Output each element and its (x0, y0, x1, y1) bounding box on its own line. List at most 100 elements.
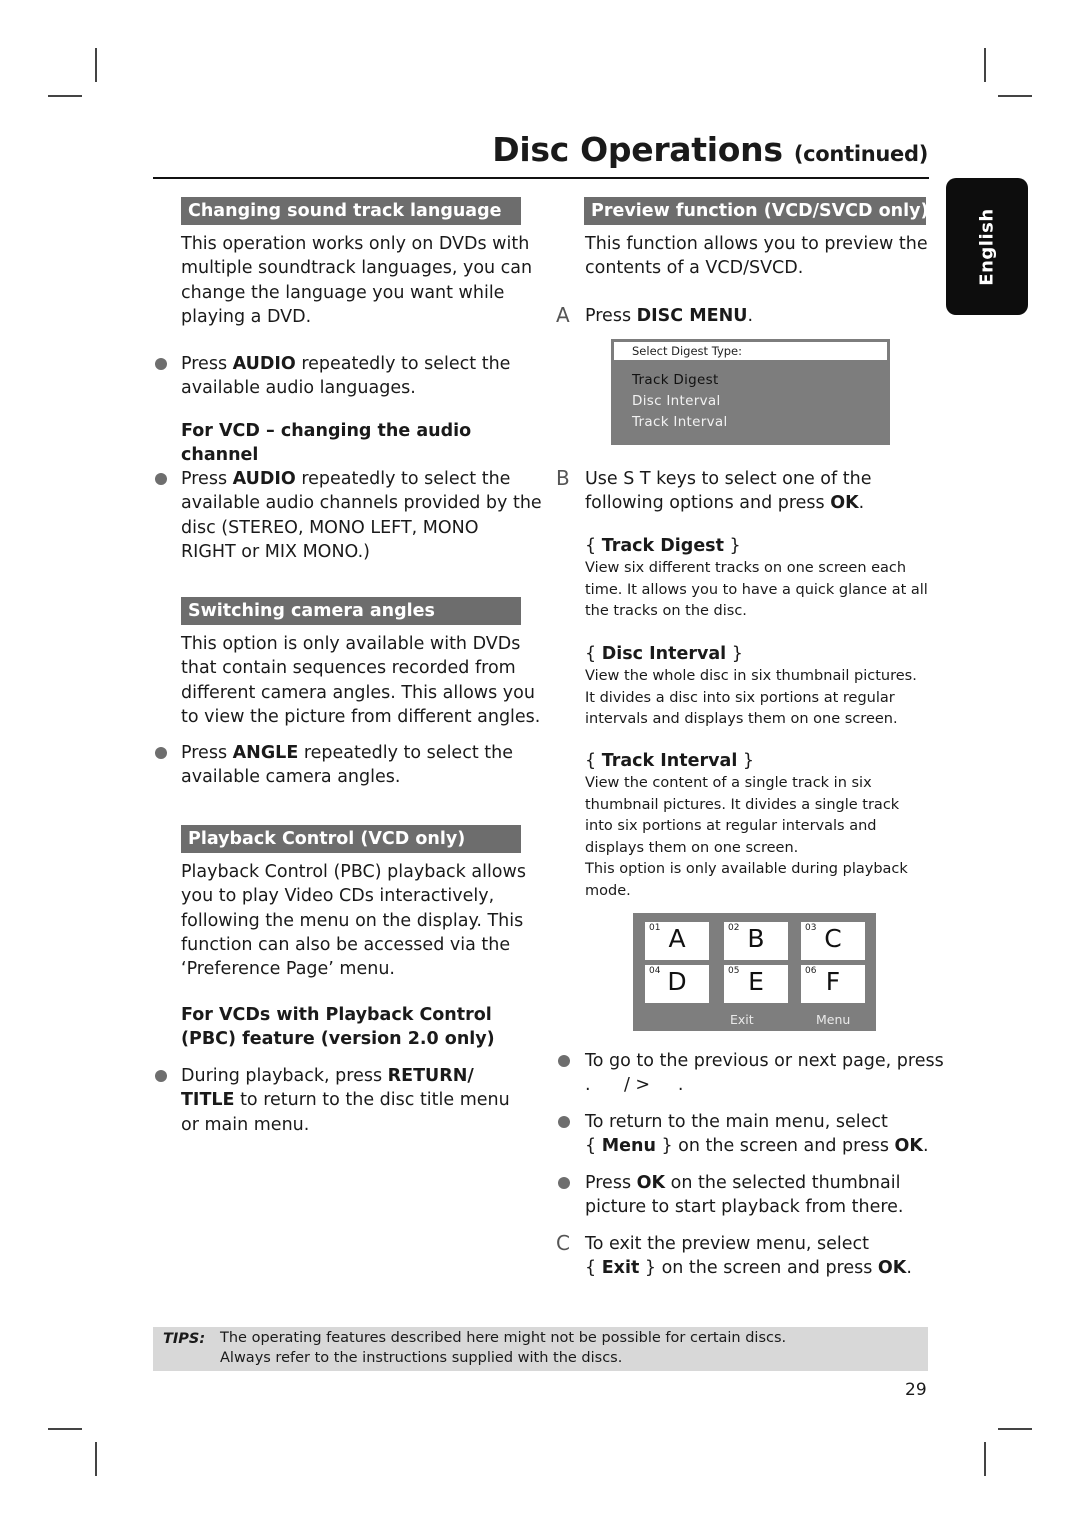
text: { (585, 1258, 602, 1279)
text: on the selected thumbnail (665, 1173, 901, 1193)
section-header-pbc: Playback Control (VCD only) (181, 825, 521, 853)
key-name: ANGLE (232, 743, 299, 763)
text: } on the screen and press (655, 1136, 895, 1157)
select-digest-menu: Select Digest Type: Track Digest Disc In… (611, 339, 890, 445)
thumbnail[interactable]: 01 A (645, 922, 709, 960)
page-title-text: Disc Operations (492, 130, 783, 169)
text: following options and press (585, 493, 831, 514)
bullet-icon (558, 1055, 570, 1067)
title-divider (153, 177, 929, 179)
step-c-text: To exit the preview menu, select { Exit … (585, 1232, 912, 1281)
crop-mark (998, 95, 1032, 97)
bullet-icon (558, 1116, 570, 1128)
text: repeatedly to select the (298, 743, 513, 763)
crop-mark (48, 95, 82, 97)
text: repeatedly to select the (295, 354, 511, 374)
language-tab-label: English (976, 207, 998, 286)
option-name: Track Digest (601, 536, 724, 556)
section-header-camera: Switching camera angles (181, 597, 521, 625)
thumbnail[interactable]: 02 B (724, 922, 788, 960)
bullet-icon (155, 473, 167, 485)
tips-box: TIPS: The operating features described h… (153, 1327, 928, 1371)
page-number: 29 (905, 1380, 927, 1400)
option-desc-track-interval: View the content of a single track in si… (585, 773, 908, 903)
thumbnail[interactable]: 03 C (801, 922, 865, 960)
text: . (858, 493, 865, 514)
text-line: function can also be accessed via the (181, 934, 511, 955)
audio-bullet: Press AUDIO repeatedly to select the ava… (181, 352, 510, 401)
text-line: For VCD – changing the audio (181, 421, 472, 441)
text-line: disc (STEREO, MONO LEFT, MONO (181, 517, 479, 538)
text-line: RIGHT or MIX MONO.) (181, 541, 370, 562)
text-line: (PBC) feature (version 2.0 only) (181, 1029, 495, 1050)
text-line: mode. (585, 882, 631, 899)
step-a-text: Press DISC MENU. (585, 304, 753, 328)
text: to return to the disc title menu (234, 1090, 510, 1111)
vcd-audio-bullet: Press AUDIO repeatedly to select the ava… (181, 467, 542, 564)
menu-item-disc-interval[interactable]: Disc Interval (632, 393, 721, 409)
tips-line: Always refer to the instructions supplie… (220, 1350, 623, 1366)
text-line: you to play Video CDs interactively, (181, 886, 495, 907)
text-line: change the language you want while (181, 282, 505, 303)
menu-item-track-interval[interactable]: Track Interval (632, 414, 728, 430)
menu-item-track-digest[interactable]: Track Digest (632, 372, 719, 388)
page-title-suffix: (continued) (793, 142, 928, 166)
text-line: that contain sequences recorded from (181, 658, 516, 679)
bullet-icon (558, 1177, 570, 1189)
text-line: To return to the main menu, select (585, 1112, 888, 1132)
text-line: To exit the preview menu, select (585, 1234, 870, 1254)
section-header-preview: Preview function (VCD/SVCD only) (584, 197, 926, 225)
page-nav-bullet: To go to the previous or next page, pres… (585, 1049, 944, 1098)
menu-heading: Select Digest Type: (614, 342, 887, 360)
key-name: OK (877, 1258, 907, 1279)
text: During playback, press (181, 1066, 388, 1086)
key-name: OK (830, 493, 859, 514)
text: Press (181, 469, 233, 489)
option-title-disc-interval: { Disc Interval } (585, 644, 743, 664)
text: Press (585, 1173, 637, 1193)
text-line: View the content of a single track in si… (585, 775, 872, 791)
key-name: OK (636, 1173, 666, 1193)
thumbnail-letter: F (825, 967, 841, 996)
text-line: available audio channels provided by the (181, 493, 542, 514)
crop-mark (95, 48, 97, 82)
pbc-subheading: For VCDs with Playback Control (PBC) fea… (181, 1003, 495, 1052)
text: } on the screen and press (639, 1258, 878, 1279)
angle-bullet: Press ANGLE repeatedly to select the ava… (181, 741, 513, 790)
text-line: available camera angles. (181, 767, 401, 788)
text: . (922, 1136, 929, 1157)
menu-button[interactable]: Menu (816, 1012, 850, 1027)
key-name: RETURN/ (387, 1066, 474, 1086)
text-line: To go to the previous or next page, pres… (585, 1051, 944, 1071)
thumbnail[interactable]: 05 E (724, 965, 788, 1003)
text-line: thumbnail pictures. It divides a single … (585, 796, 900, 813)
text-line: This option is only available with DVDs (181, 634, 521, 654)
text-line: It divides a disc into six portions at r… (585, 689, 895, 706)
text-line: For VCDs with Playback Control (181, 1005, 492, 1025)
text-line: picture to start playback from there. (585, 1197, 904, 1218)
text-line: available audio languages. (181, 378, 416, 399)
vcd-audio-heading: For VCD – changing the audio channel (181, 419, 471, 468)
exit-button[interactable]: Exit (730, 1012, 754, 1027)
text: Press (181, 743, 233, 763)
bullet-icon (155, 747, 167, 759)
camera-intro: This option is only available with DVDs … (181, 632, 540, 729)
text: { (585, 1136, 602, 1157)
text-line: Playback Control (PBC) playback allows (181, 862, 526, 882)
thumbnail-letter: B (747, 924, 765, 953)
tips-line: The operating features described here mi… (220, 1330, 787, 1346)
text: . (906, 1258, 912, 1279)
return-title-bullet: During playback, press RETURN/ TITLE to … (181, 1064, 510, 1137)
key-name: Exit (601, 1258, 640, 1279)
thumbnail[interactable]: 04 D (645, 965, 709, 1003)
text-line: into six portions at regular intervals a… (585, 818, 877, 835)
bullet-icon (155, 358, 167, 370)
text-line: the tracks on the disc. (585, 603, 747, 620)
thumbnail-letter: E (748, 967, 764, 996)
pbc-intro: Playback Control (PBC) playback allows y… (181, 860, 526, 981)
text-line: This option is only available during pla… (585, 861, 908, 878)
key-name: OK (894, 1136, 923, 1157)
thumbnail[interactable]: 06 F (801, 965, 865, 1003)
crop-mark (95, 1442, 97, 1476)
text-line: to view the picture from different angle… (181, 706, 541, 727)
